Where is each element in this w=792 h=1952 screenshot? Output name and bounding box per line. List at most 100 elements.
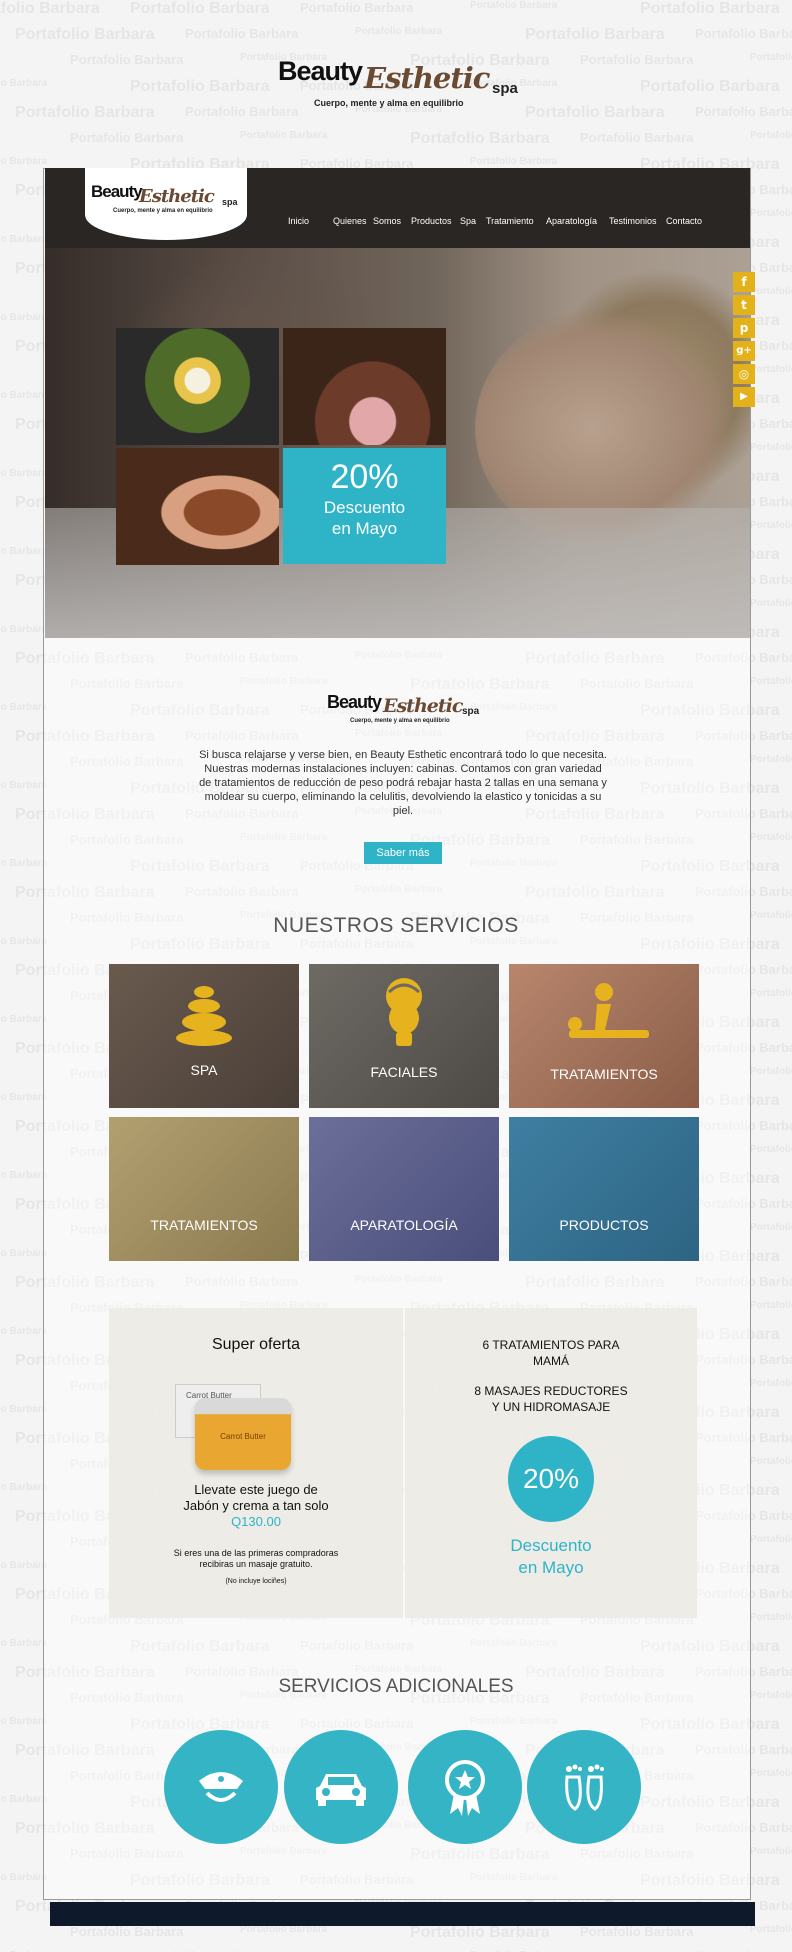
offer-note-1: Si eres una de las primeras compradoras [173,1548,339,1558]
service-card-productos[interactable]: PRODUCTOS [509,1117,699,1261]
service-card-tratamientos-2[interactable]: TRATAMIENTOS [109,1117,299,1261]
watermark-text: Portafolio Barbara [750,1924,792,1935]
watermark-text: Portafolio Barbara [410,1924,550,1941]
watermark-text: Portafolio Barbara [0,312,48,323]
watermark-text: Portafolio Barbara [0,1170,48,1181]
watermark-text: Portafolio Barbara [0,1404,48,1415]
watermark-text: Portafolio Barbara [70,1924,184,1939]
social-sidebar: f t p g+ ◎ ▶ [733,272,755,410]
face-mask-icon [309,974,499,1058]
mama-discount-circle: 20% [508,1436,594,1522]
security-guard-icon[interactable] [164,1730,278,1844]
watermark-text: Portafolio Barbara [0,1014,48,1025]
service-card-aparatologia[interactable]: APARATOLOGÍA [309,1117,499,1261]
pinterest-icon[interactable]: p [733,318,755,338]
header-logo-beauty: Beauty [91,182,143,201]
service-label-productos: PRODUCTOS [559,1217,649,1233]
watermark-text: Portafolio Barbara [355,26,443,37]
google-plus-icon[interactable]: g+ [733,341,755,361]
award-badge-icon[interactable] [408,1730,522,1844]
additional-services-heading: SERVICIOS ADICIONALES [278,1676,514,1697]
watermark-text: Portafolio Barbara [470,0,558,11]
watermark-text: Portafolio Barbara [0,1092,48,1103]
hero-discount-tile[interactable]: 20% Descuento en Mayo [283,448,446,564]
nav-contacto[interactable]: Contacto [666,216,702,226]
watermark-text: Portafolio Barbara [525,26,665,43]
watermark-text: Portafolio Barbara [470,156,558,167]
header-logo[interactable]: Beauty Esthetic spa Cuerpo, mente y alma… [85,168,247,240]
nav-aparatologia[interactable]: Aparatología [546,216,597,226]
nav-somos[interactable]: Somos [373,216,401,226]
facebook-icon[interactable]: f [733,272,755,292]
logo-word-spa: spa [492,80,518,97]
nav-testimonios[interactable]: Testimonios [609,216,657,226]
section-logo-beauty: Beauty [327,692,382,712]
logo-tagline: Cuerpo, mente y alma en equilibrio [314,98,464,108]
nav-tratamiento[interactable]: Tratamiento [486,216,534,226]
watermark-text: Portafolio Barbara [750,442,792,453]
watermark-text: Portafolio Barbara [525,104,665,121]
watermark-text: Portafolio Barbara [0,624,48,635]
offer-line-2: Jabón y crema a tan solo [183,1498,329,1513]
footprints-icon[interactable] [527,1730,641,1844]
service-card-faciales[interactable]: FACIALES [309,964,499,1108]
watermark-text: Portafolio Barbara [0,546,48,557]
mothers-day-panel: 6 TRATAMIENTOS PARA MAMÁ 8 MASAJES REDUC… [405,1308,697,1618]
youtube-icon[interactable]: ▶ [733,387,755,407]
watermark-text: Portafolio Barbara [750,1222,792,1233]
mama-discount-line2: en Mayo [518,1558,584,1577]
section-logo: Beauty Esthetic spa Cuerpo, mente y alma… [327,692,487,728]
watermark-text: Portafolio Barbara [750,52,792,63]
hero-collage: 20% Descuento en Mayo [116,328,446,565]
car-icon[interactable] [284,1730,398,1844]
mama-line-4: Y UN HIDROMASAJE [491,1400,611,1414]
watermark-text: Portafolio Barbara [0,858,48,869]
watermark-text: Portafolio Barbara [750,286,792,297]
nav-inicio[interactable]: Inicio [288,216,309,226]
watermark-text: Portafolio Barbara [0,780,48,791]
watermark-text: Portafolio Barbara [0,1248,48,1259]
section-logo-spa: spa [462,706,480,717]
watermark-text: Portafolio Barbara [750,1612,792,1623]
collage-feet-photo [283,328,446,445]
twitter-icon[interactable]: t [733,295,755,315]
watermark-text: Portafolio Barbara [750,598,792,609]
saber-mas-button[interactable]: Saber más [364,842,442,864]
watermark-text: Portafolio Barbara [750,1066,792,1077]
watermark-text: Portafolio Barbara [0,1716,48,1727]
watermark-text: Portafolio Barbara [130,0,270,17]
watermark-text: Portafolio Barbara [750,364,792,375]
watermark-text: Portafolio Barbara [750,1456,792,1467]
offer-note-3: (No incluye lociñes) [225,1578,287,1585]
service-card-spa[interactable]: SPA [109,964,299,1108]
watermark-text: Portafolio Barbara [750,1534,792,1545]
section-logo-esthetic: Esthetic [383,695,463,717]
watermark-text: Portafolio Barbara [185,26,299,41]
mama-line-3: 8 MASAJES REDUCTORES [474,1384,628,1398]
watermark-text: Portafolio Barbara [750,754,792,765]
nav-spa[interactable]: Spa [460,216,476,226]
watermark-text: Portafolio Barbara [750,520,792,531]
mama-line-1: 6 TRATAMIENTOS PARA [482,1338,620,1352]
nav-productos[interactable]: Productos [411,216,452,226]
services-heading: NUESTROS SERVICIOS [273,914,519,937]
watermark-text: Portafolio Barbara [70,52,184,67]
instagram-icon[interactable]: ◎ [733,364,755,384]
service-label-tratamientos: TRATAMIENTOS [550,1066,658,1082]
service-label-faciales: FACIALES [370,1064,438,1080]
watermark-text: Portafolio Barbara [300,0,414,15]
service-card-tratamientos[interactable]: TRATAMIENTOS [509,964,699,1108]
watermark-text: Portafolio Barbara [0,1872,48,1883]
nav-quienes[interactable]: Quienes [333,216,367,226]
watermark-text: Portafolio Barbara [0,1326,48,1337]
watermark-text: Portafolio Barbara [750,1768,792,1779]
product-jar-image: Carrot Butter [195,1398,291,1470]
watermark-text: Portafolio Barbara [695,26,792,41]
footer-bar [50,1902,755,1926]
watermark-text: Portafolio Barbara [580,130,694,145]
watermark-text: Portafolio Barbara [0,234,48,245]
watermark-text: Portafolio Barbara [130,78,270,95]
offer-line-1: Llevate este juego de [194,1482,318,1497]
logo-word-esthetic: Esthetic [364,61,490,95]
watermark-text: Portafolio Barbara [750,1378,792,1389]
